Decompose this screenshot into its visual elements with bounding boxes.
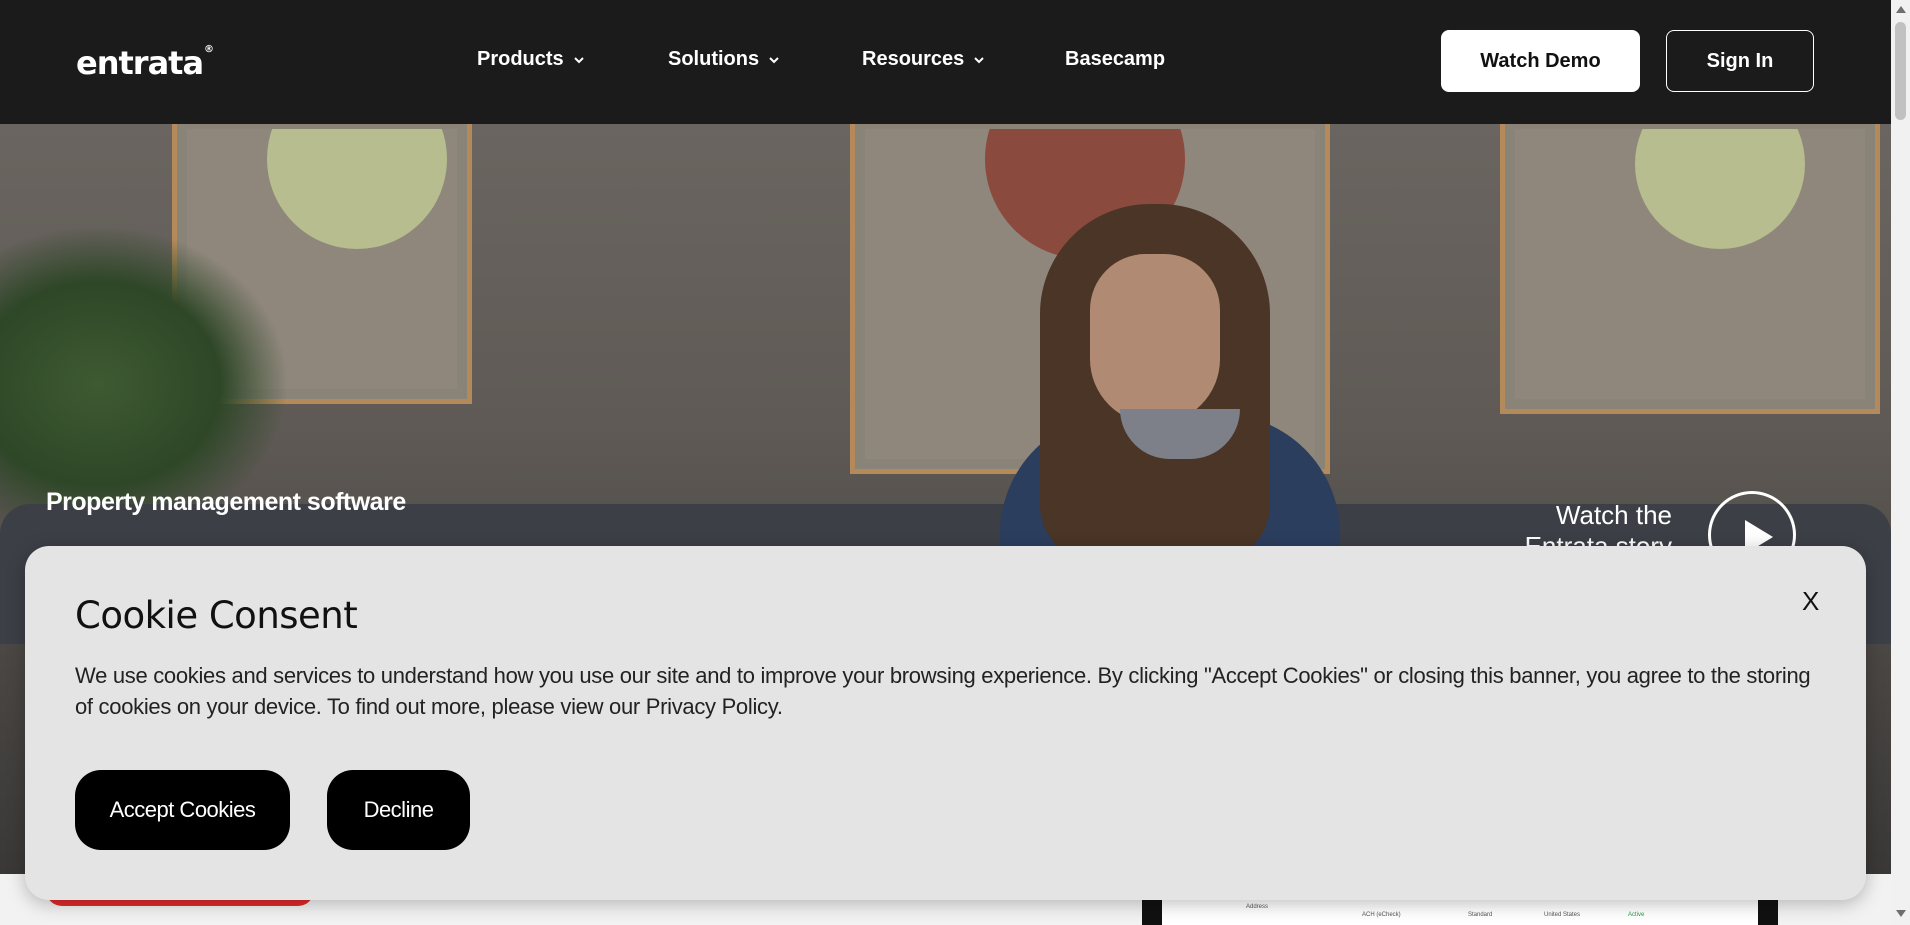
chevron-down-icon: [573, 56, 584, 63]
nav-products[interactable]: Products: [477, 48, 586, 71]
cookie-title: Cookie Consent: [75, 594, 358, 637]
device-field-label: Address: [1246, 904, 1269, 910]
page-scrollbar[interactable]: [1891, 0, 1910, 925]
scroll-thumb[interactable]: [1895, 22, 1906, 120]
nav-label: Resources: [862, 48, 965, 70]
scroll-down-icon[interactable]: [1896, 910, 1906, 917]
registered-mark: ®: [204, 44, 214, 55]
chevron-down-icon: [769, 56, 779, 63]
nav-solutions[interactable]: Solutions: [668, 48, 781, 71]
chevron-down-icon: [974, 56, 984, 63]
logo-text: entrata: [76, 44, 204, 82]
wall-art-frame: [1500, 124, 1880, 414]
decline-button[interactable]: Decline: [327, 770, 470, 850]
device-col: Active: [1628, 912, 1645, 918]
close-icon[interactable]: X: [1802, 586, 1819, 617]
sign-in-button[interactable]: Sign In: [1666, 30, 1814, 92]
nav-basecamp[interactable]: Basecamp: [1065, 48, 1165, 71]
nav-label: Basecamp: [1065, 48, 1166, 70]
person-face: [1090, 254, 1220, 424]
hero-tagline: Property management software: [46, 488, 406, 516]
nav-label: Solutions: [668, 48, 760, 70]
scroll-up-icon[interactable]: [1896, 6, 1906, 13]
entrata-logo[interactable]: entrata®: [76, 44, 214, 82]
device-col: Standard: [1468, 912, 1493, 918]
device-col: United States: [1544, 912, 1581, 918]
nav-resources[interactable]: Resources: [862, 48, 986, 71]
nav-label: Products: [477, 48, 564, 70]
device-col: ACH (eCheck): [1362, 912, 1401, 918]
cookie-consent-banner: Cookie Consent X We use cookies and serv…: [25, 546, 1866, 900]
watch-demo-button[interactable]: Watch Demo: [1441, 30, 1640, 92]
cookie-body-text: We use cookies and services to understan…: [75, 663, 1811, 719]
accept-cookies-button[interactable]: Accept Cookies: [75, 770, 290, 850]
site-header: entrata® Products Solutions Resources Ba…: [0, 0, 1891, 124]
